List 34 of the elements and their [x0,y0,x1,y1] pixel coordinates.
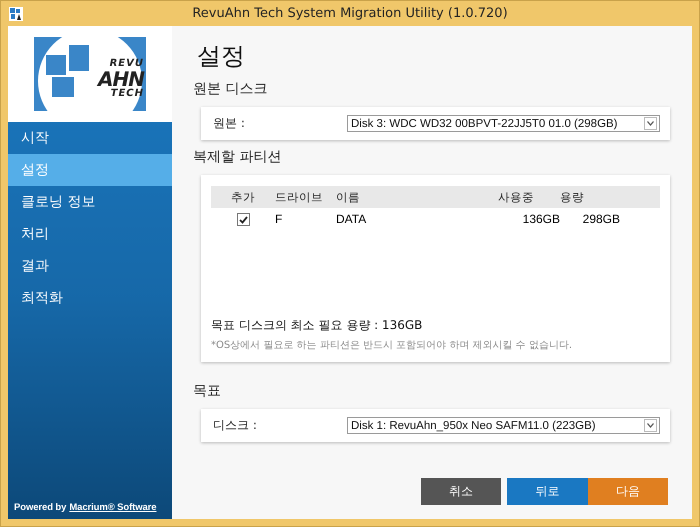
caret-icon [644,419,657,432]
checkbox[interactable] [236,213,250,226]
table-cell-text: F [275,212,284,226]
back-button[interactable]: 뒤로 [507,478,588,505]
column-header: 드라이브 [275,190,324,204]
caret-icon [644,117,657,130]
window-title: RevuAhn Tech System Migration Utility (1.0.720) [192,6,508,21]
table-cell-text: 298GB [582,212,620,226]
field-label: 원본 : [213,115,246,132]
footer-text: Powered by [14,502,66,513]
sidebar-item[interactable]: 처리 [8,218,172,250]
table-cell-text: DATA [336,212,368,226]
cancel-button[interactable]: 취소 [421,478,501,505]
app-icon [9,6,23,20]
section-title: 원본 디스크 [193,80,268,98]
sidebar-item[interactable]: 최적화 [8,282,172,314]
sidebar-item[interactable]: 시작 [8,122,172,154]
page-heading: 설정 [197,41,246,72]
dropdown-field[interactable]: Disk 3: WDC WD32 00BPVT-22JJ5T0 01.0 (298GB) [347,115,660,132]
column-header: 사용중 [498,190,535,204]
next-button[interactable]: 다음 [588,478,668,505]
sidebar-item[interactable]: 클로닝 정보 [8,186,172,218]
field-label: 디스크 : [213,417,258,434]
sidebar-item[interactable]: 결과 [8,250,172,282]
column-header: 이름 [336,190,361,204]
dropdown-field[interactable]: Disk 1: RevuAhn_950x Neo SAFM11.0 (223GB) [347,417,660,434]
section-title: 복제할 파티션 [193,148,282,166]
section-title: 목표 [193,382,222,400]
column-header: 추가 [230,190,256,204]
table-cell-text: 136GB [522,212,560,226]
column-header: 용량 [560,190,585,204]
required-capacity-text: 목표 디스크의 최소 필요 용량 : 136GB [211,317,424,334]
note-text: *OS상에서 필요로 하는 파티션은 반드시 포함되어야 하며 제외시킬 수 없습니다. [211,339,574,352]
footer-link[interactable]: Macrium® Software [69,502,156,513]
